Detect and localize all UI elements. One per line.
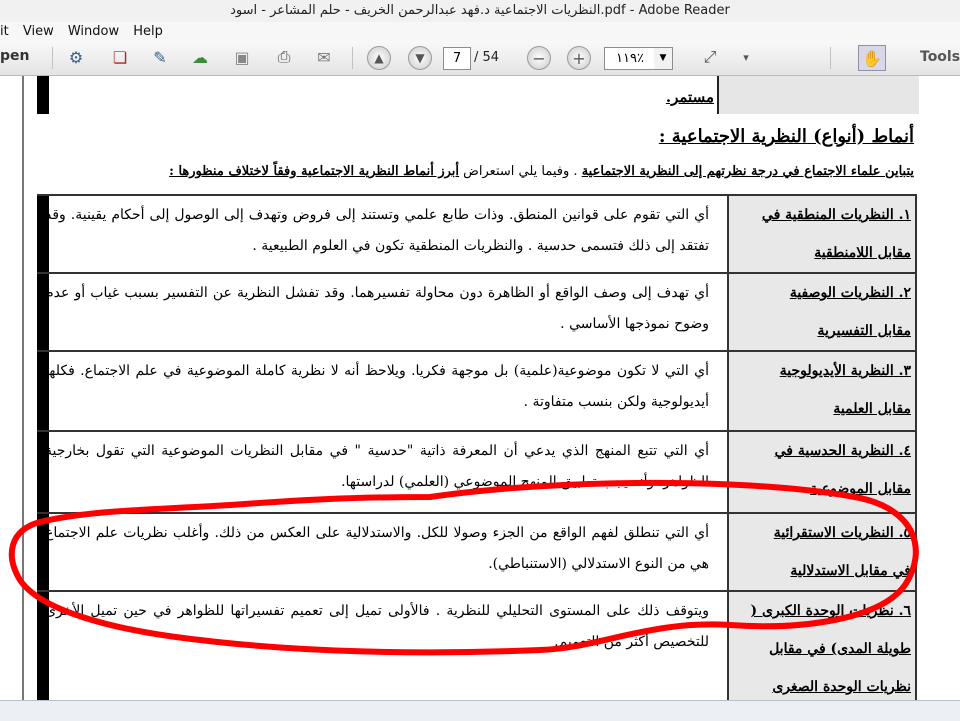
row-title-line: طويلة المدى) في مقابل: [769, 641, 911, 657]
row-title-line: مقابل اللامنطقية: [814, 245, 911, 261]
email-icon[interactable]: ✉: [312, 45, 336, 69]
page-number-input[interactable]: 7: [443, 47, 471, 70]
menu-item-window[interactable]: Window: [68, 22, 119, 41]
menu-item-edit[interactable]: it: [0, 22, 9, 41]
table-row: أي التي تنطلق لفهم الواقع من الجزء وصولا…: [37, 512, 917, 592]
row-title-line: نظريات الوحدة الكبرى (: [750, 603, 894, 619]
page-edge: [22, 76, 24, 700]
table-row: أي تهدف إلى وصف الواقع أو الظاهرة دون مح…: [37, 272, 917, 352]
create-pdf-icon[interactable]: ⚙: [64, 45, 88, 69]
menu-bar: it View Window Help: [0, 22, 960, 41]
menu-item-help[interactable]: Help: [133, 22, 163, 41]
hand-tool-icon[interactable]: ✋: [858, 45, 886, 71]
print-icon[interactable]: ⎙: [272, 45, 296, 69]
intro-paragraph: يتباين علماء الاجتماع في درجة نظرتهم إلى…: [169, 164, 914, 179]
top-row-text: مستمر.: [665, 88, 714, 106]
edit-icon[interactable]: ✎: [148, 45, 172, 69]
document-viewport[interactable]: مستمر. أنماط (أنواع) النظرية الاجتماعية …: [0, 76, 960, 700]
row-title-line: النظرية الحدسية في: [774, 443, 894, 459]
row-title: ٢. النظريات الوصفية مقابل التفسيرية: [727, 274, 917, 352]
row-title: ٤. النظرية الحدسية في مقابل الموضوعية: [727, 432, 917, 514]
page-total: / 54: [474, 50, 500, 65]
upload-cloud-icon[interactable]: ☁: [188, 45, 212, 69]
combine-files-icon[interactable]: ❏: [108, 45, 132, 69]
previous-page-icon[interactable]: ▲: [367, 46, 391, 70]
table-cell: [717, 76, 919, 114]
row-description: أي التي لا تكون موضوعية(علمية) بل موجهة …: [45, 363, 709, 410]
section-heading: أنماط (أنواع) النظرية الاجتماعية :: [658, 126, 914, 147]
row-title-line: مقابل العلمية: [833, 401, 911, 417]
row-title-line: نظريات الوحدة الصغرى: [772, 679, 911, 695]
row-description: ويتوقف ذلك على المستوى التحليلي للنظرية …: [45, 603, 709, 650]
row-title: ٥. النظريات الاستقرائية في مقابل الاستدل…: [727, 514, 917, 592]
zoom-level-input[interactable]: ١١٩٪: [604, 47, 656, 70]
zoom-dropdown-icon[interactable]: ▼: [654, 47, 673, 70]
row-title-line: النظريات الاستقرائية: [773, 525, 894, 541]
row-title: ٦. نظريات الوحدة الكبرى ( طويلة المدى) ف…: [727, 592, 917, 700]
table-row: أي التي تقوم على قوانين المنطق. وذات طاب…: [37, 194, 917, 274]
save-icon[interactable]: ▣: [230, 45, 254, 69]
row-description: أي التي تتبع المنهج الذي يدعي أن المعرفة…: [45, 443, 709, 490]
row-title: ١. النظريات المنطقية في مقابل اللامنطقية: [727, 196, 917, 274]
open-button[interactable]: pen: [0, 48, 29, 64]
next-page-icon[interactable]: ▼: [408, 46, 432, 70]
horizontal-scrollbar[interactable]: [0, 700, 960, 721]
row-description: أي تهدف إلى وصف الواقع أو الظاهرة دون مح…: [45, 285, 709, 332]
toolbar-separator: [830, 47, 831, 69]
pdf-page: مستمر. أنماط (أنواع) النظرية الاجتماعية …: [29, 76, 920, 700]
toolbar-separator: [52, 47, 53, 69]
table-row: أي التي تتبع المنهج الذي يدعي أن المعرفة…: [37, 430, 917, 514]
tools-button[interactable]: Tools: [920, 49, 960, 65]
row-number: ٦.: [898, 603, 911, 619]
row-title-line: مقابل التفسيرية: [817, 323, 911, 339]
table-border: [37, 76, 49, 114]
toolbar-more-icon[interactable]: ▾: [734, 45, 758, 69]
row-description: أي التي تقوم على قوانين المنطق. وذات طاب…: [45, 207, 709, 254]
intro-emphasis: أبرز أنماط النظرية الاجتماعية وفقاً لاخت…: [169, 164, 460, 179]
row-title-line: النظريات الوصفية: [789, 285, 894, 301]
menu-item-view[interactable]: View: [23, 22, 54, 41]
row-description: أي التي تنطلق لفهم الواقع من الجزء وصولا…: [45, 525, 709, 572]
window-title: النظريات الاجتماعية د.فهد عبدالرحمن الخر…: [0, 0, 960, 22]
row-number: ٤.: [898, 443, 911, 459]
fit-page-icon[interactable]: ⤢: [698, 45, 722, 69]
zoom-in-icon[interactable]: +: [567, 46, 591, 70]
toolbar-separator: [352, 47, 353, 69]
zoom-out-icon[interactable]: −: [527, 46, 551, 70]
row-title-line: مقابل الموضوعية: [810, 481, 911, 497]
intro-text: . وفيما يلي استعراض: [459, 164, 582, 179]
row-number: ٢.: [898, 285, 911, 301]
row-number: ١.: [898, 207, 911, 223]
row-title-line: النظريات المنطقية في: [761, 207, 894, 223]
row-number: ٥.: [898, 525, 911, 541]
intro-emphasis: يتباين علماء الاجتماع في درجة نظرتهم إلى…: [581, 164, 914, 179]
table-row: ويتوقف ذلك على المستوى التحليلي للنظرية …: [37, 590, 917, 700]
toolbar: pen ⚙ ❏ ✎ ☁ ▣ ⎙ ✉ ▲ ▼ 7 / 54 − + ١١٩٪ ▼ …: [0, 41, 960, 76]
row-title-line: في مقابل الاستدلالية: [790, 563, 911, 579]
row-title: ٣. النظرية الأيديولوجية مقابل العلمية: [727, 352, 917, 432]
row-title-line: النظرية الأيديولوجية: [779, 363, 894, 379]
table-row: أي التي لا تكون موضوعية(علمية) بل موجهة …: [37, 350, 917, 432]
row-number: ٣.: [898, 363, 911, 379]
